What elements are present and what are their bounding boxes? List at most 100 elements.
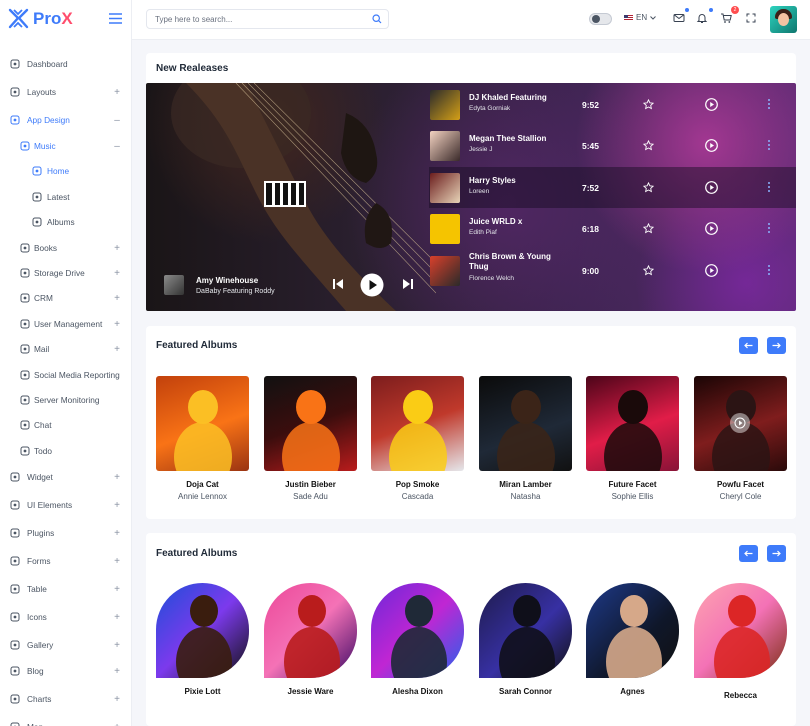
search-input[interactable] xyxy=(147,10,362,28)
sidebar-item-todo[interactable]: Todo xyxy=(0,441,132,461)
sidebar-item-crm[interactable]: CRM + xyxy=(0,288,132,308)
previous-icon[interactable] xyxy=(332,278,344,290)
more-vertical-icon[interactable] xyxy=(767,181,771,193)
brand-logo[interactable]: ProX xyxy=(8,8,73,29)
more-vertical-icon[interactable] xyxy=(767,98,771,110)
sidebar-item-latest[interactable]: Latest xyxy=(0,187,132,207)
next-icon[interactable] xyxy=(402,278,414,290)
expand-toggle[interactable]: + xyxy=(113,666,121,677)
expand-toggle[interactable]: + xyxy=(113,293,121,304)
album-card[interactable]: Jessie Ware xyxy=(264,583,357,696)
sidebar-item-chat[interactable]: Chat xyxy=(0,415,132,435)
sidebar-item-charts[interactable]: Charts + xyxy=(0,689,132,709)
play-circle-icon[interactable] xyxy=(705,181,718,194)
sidebar-item-social-media-reporting[interactable]: Social Media Reporting xyxy=(0,365,132,385)
track-row[interactable]: Harry Styles Loreen 7:52 xyxy=(429,167,796,208)
album-card[interactable]: Justin Bieber Sade Adu xyxy=(264,376,357,501)
album-name: Pop Smoke xyxy=(395,480,440,489)
sidebar-item-user-management[interactable]: User Management + xyxy=(0,314,132,334)
expand-toggle[interactable]: + xyxy=(113,243,121,254)
expand-toggle[interactable]: + xyxy=(113,584,121,595)
album-artist: Natasha xyxy=(510,492,541,501)
album-card[interactable]: Pop Smoke Cascada xyxy=(371,376,464,501)
expand-toggle[interactable]: + xyxy=(113,268,121,279)
track-row[interactable]: Chris Brown & Young Thug Florence Welch 9:… xyxy=(429,250,796,291)
bell-icon[interactable] xyxy=(696,12,708,24)
sidebar-item-music[interactable]: Music – xyxy=(0,136,132,156)
star-icon[interactable] xyxy=(643,99,654,110)
sidebar-item-forms[interactable]: Forms + xyxy=(0,551,132,571)
user-avatar[interactable] xyxy=(770,6,797,33)
sidebar-item-ui-elements[interactable]: UI Elements + xyxy=(0,495,132,515)
star-icon[interactable] xyxy=(643,223,654,234)
expand-toggle[interactable]: + xyxy=(113,87,121,98)
sidebar-item-home[interactable]: Home xyxy=(0,161,132,181)
next-arrow-button-2[interactable] xyxy=(767,545,786,562)
track-row[interactable]: Megan Thee Stallion Jessie J 5:45 xyxy=(429,125,796,166)
sidebar-item-gallery[interactable]: Gallery + xyxy=(0,635,132,655)
sidebar-item-widget[interactable]: Widget + xyxy=(0,467,132,487)
more-vertical-icon[interactable] xyxy=(767,139,771,151)
sidebar-item-map[interactable]: Map + xyxy=(0,717,132,726)
play-circle-icon[interactable] xyxy=(705,139,718,152)
sidebar-item-books[interactable]: Books + xyxy=(0,238,132,258)
sidebar-item-albums[interactable]: Albums xyxy=(0,212,132,232)
album-card[interactable]: Miran Lamber Natasha xyxy=(479,376,572,501)
theme-toggle[interactable] xyxy=(589,13,612,25)
expand-toggle[interactable]: + xyxy=(113,528,121,539)
track-row[interactable]: DJ Khaled Featuring Edyta Gorniak 9:52 xyxy=(429,84,796,125)
play-circle-icon[interactable] xyxy=(730,413,750,433)
play-circle-icon[interactable] xyxy=(705,222,718,235)
album-card[interactable]: Sarah Connor xyxy=(479,583,572,696)
sidebar-item-mail[interactable]: Mail + xyxy=(0,339,132,359)
album-cover xyxy=(264,583,357,678)
expand-toggle[interactable]: – xyxy=(113,141,121,152)
expand-toggle[interactable]: + xyxy=(113,500,121,511)
album-card[interactable]: Rebecca xyxy=(694,583,787,700)
album-card[interactable]: Doja Cat Annie Lennox xyxy=(156,376,249,501)
server-icon xyxy=(20,395,30,405)
mail-icon[interactable] xyxy=(673,12,685,24)
more-vertical-icon[interactable] xyxy=(767,264,771,276)
play-icon[interactable] xyxy=(360,273,384,297)
expand-toggle[interactable]: + xyxy=(113,344,121,355)
expand-toggle[interactable]: + xyxy=(113,640,121,651)
star-icon[interactable] xyxy=(643,140,654,151)
language-selector[interactable]: EN xyxy=(624,13,656,22)
expand-toggle[interactable]: + xyxy=(113,556,121,567)
fullscreen-icon[interactable] xyxy=(745,12,757,24)
expand-toggle[interactable]: + xyxy=(113,472,121,483)
album-card[interactable]: Pixie Lott xyxy=(156,583,249,696)
sidebar-item-dashboard[interactable]: Dashboard xyxy=(0,54,132,74)
sidebar-item-app-design[interactable]: App Design – xyxy=(0,110,132,130)
sidebar-item-layouts[interactable]: Layouts + xyxy=(0,82,132,102)
expand-toggle[interactable]: + xyxy=(113,319,121,330)
star-icon[interactable] xyxy=(643,182,654,193)
sidebar-item-icons[interactable]: Icons + xyxy=(0,607,132,627)
album-card[interactable]: Powfu Facet Cheryl Cole xyxy=(694,376,787,501)
album-card[interactable]: Alesha Dixon xyxy=(371,583,464,696)
play-circle-icon[interactable] xyxy=(705,98,718,111)
prev-arrow-button-1[interactable] xyxy=(739,337,758,354)
sidebar-item-plugins[interactable]: Plugins + xyxy=(0,523,132,543)
expand-toggle[interactable]: – xyxy=(113,115,121,126)
album-cover xyxy=(371,376,464,471)
sidebar-item-storage-drive[interactable]: Storage Drive + xyxy=(0,263,132,283)
sidebar-item-server-monitoring[interactable]: Server Monitoring xyxy=(0,390,132,410)
play-circle-icon[interactable] xyxy=(705,264,718,277)
cart-icon[interactable] xyxy=(720,12,732,24)
expand-toggle[interactable]: + xyxy=(113,612,121,623)
sidebar-item-table[interactable]: Table + xyxy=(0,579,132,599)
track-row[interactable]: Juice WRLD x Edith Piaf 6:18 xyxy=(429,208,796,249)
sidebar-item-blog[interactable]: Blog + xyxy=(0,661,132,681)
prev-arrow-button-2[interactable] xyxy=(739,545,758,562)
search-icon[interactable] xyxy=(372,14,382,24)
album-card[interactable]: Future Facet Sophie Ellis xyxy=(586,376,679,501)
star-icon[interactable] xyxy=(643,265,654,276)
next-arrow-button-1[interactable] xyxy=(767,337,786,354)
expand-toggle[interactable]: + xyxy=(113,694,121,705)
expand-toggle[interactable]: + xyxy=(113,722,121,726)
album-card[interactable]: Agnes xyxy=(586,583,679,696)
menu-toggle-icon[interactable] xyxy=(109,13,122,24)
more-vertical-icon[interactable] xyxy=(767,222,771,234)
